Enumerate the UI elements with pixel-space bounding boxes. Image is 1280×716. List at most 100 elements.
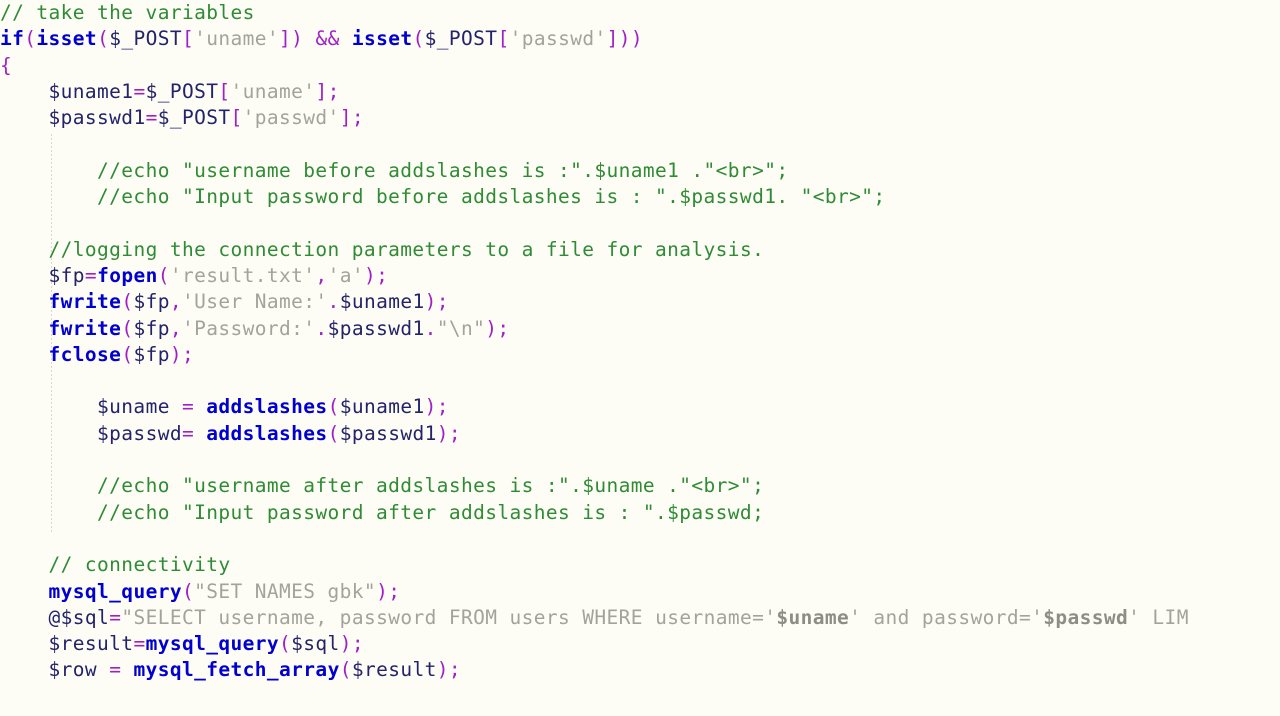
code-token-var: $passwd1: [339, 421, 437, 445]
code-line[interactable]: //logging the connection parameters to a…: [0, 237, 1280, 263]
code-token-punct: ];: [315, 79, 340, 103]
code-line[interactable]: fclose($fp);: [0, 342, 1280, 368]
code-token-op: =: [109, 605, 122, 629]
code-token-var: $fp: [48, 263, 85, 287]
code-token-var: $_POST: [145, 79, 219, 103]
code-token-string: 'result.txt': [169, 263, 316, 287]
code-token-punct: );: [436, 658, 462, 682]
code-token-comment: //logging the connection parameters to a…: [48, 237, 765, 261]
code-token-punct: (: [279, 632, 292, 656]
code-token-punct: (: [327, 395, 340, 419]
code-line[interactable]: mysql_query("SET NAMES gbk");: [0, 579, 1280, 605]
code-token-punct: );: [485, 316, 510, 340]
code-token-at: @: [48, 605, 61, 629]
code-line[interactable]: $row = mysql_fetch_array($result);: [0, 657, 1280, 683]
code-token-punct: [: [181, 27, 195, 51]
code-token-keyword: if: [0, 27, 25, 51]
code-line-list: // take the variables if(isset($_POST['un…: [0, 0, 1280, 684]
code-token-var: $uname1: [339, 290, 425, 314]
code-token-string: ' LIM: [1128, 605, 1189, 629]
code-token-func: mysql_query: [48, 579, 182, 603]
code-line[interactable]: fwrite($fp,'User Name:'.$uname1);: [0, 289, 1280, 315]
code-line[interactable]: $uname = addslashes($uname1);: [0, 394, 1280, 420]
code-token-punct: (: [121, 290, 134, 314]
code-token-string: 'uname': [230, 79, 316, 103]
code-token-func: fwrite: [48, 316, 122, 340]
code-line[interactable]: $fp=fopen('result.txt','a');: [0, 263, 1280, 289]
code-token-var: $sql: [291, 632, 340, 656]
code-token-comment: // connectivity: [48, 553, 231, 577]
code-token-op: =: [109, 658, 122, 682]
code-token-punct: .: [327, 290, 340, 314]
code-line[interactable]: $passwd1=$_POST['passwd'];: [0, 105, 1280, 131]
code-line[interactable]: // take the variables: [0, 0, 1280, 26]
code-line[interactable]: @$sql="SELECT username, password FROM us…: [0, 605, 1280, 631]
code-token-punct: ,: [169, 290, 182, 314]
code-line[interactable]: [0, 210, 1280, 236]
code-token-string: 'passwd': [242, 106, 340, 130]
code-token-punct: );: [339, 632, 364, 656]
code-line[interactable]: $result=mysql_query($sql);: [0, 631, 1280, 657]
code-token-string: 'passwd': [509, 27, 607, 51]
code-token-punct: (: [24, 27, 37, 51]
code-line[interactable]: if(isset($_POST['uname']) && isset($_POS…: [0, 26, 1280, 52]
code-line[interactable]: //echo "Input password after addslashes …: [0, 500, 1280, 526]
code-token-var: $sql: [60, 605, 110, 629]
code-line[interactable]: [0, 447, 1280, 473]
code-token-var: $fp: [133, 342, 170, 366]
code-token-string: "SELECT username, password FROM users WH…: [121, 605, 777, 629]
code-token-op: =: [133, 79, 146, 103]
code-token-var: $result: [351, 658, 437, 682]
code-token-var: $_POST: [424, 27, 498, 51]
code-token-punct: (: [181, 579, 195, 603]
code-token-comment: //echo "username after addslashes is :".…: [97, 474, 765, 498]
code-token-func: mysql_query: [145, 632, 280, 656]
code-token-op: =: [145, 106, 158, 130]
code-token-func: fopen: [97, 263, 158, 287]
code-token-var: $_POST: [157, 106, 231, 130]
code-token-comment: // take the variables: [0, 1, 255, 24]
code-token-punct: ,: [315, 263, 328, 287]
code-line[interactable]: // connectivity: [0, 552, 1280, 578]
code-token-punct: ])): [606, 27, 644, 51]
code-line[interactable]: //echo "username after addslashes is :".…: [0, 473, 1280, 499]
code-line[interactable]: //echo "username before addslashes is :"…: [0, 158, 1280, 184]
code-line[interactable]: fwrite($fp,'Password:'.$passwd1."\n");: [0, 316, 1280, 342]
code-token-func: fclose: [48, 342, 122, 366]
code-token-string: "SET NAMES gbk": [194, 579, 377, 603]
code-token-punct: [: [218, 79, 231, 103]
code-token-punct: (: [412, 27, 425, 51]
code-line[interactable]: $passwd= addslashes($passwd1);: [0, 421, 1280, 447]
code-line[interactable]: $uname1=$_POST['uname'];: [0, 79, 1280, 105]
code-token-string: 'uname': [194, 27, 280, 51]
code-token-var: $uname1: [339, 395, 425, 419]
code-line[interactable]: [0, 526, 1280, 552]
code-line[interactable]: [0, 368, 1280, 394]
code-token-punct: ]): [279, 27, 304, 51]
code-token-punct: [: [497, 27, 510, 51]
code-viewer[interactable]: // take the variables if(isset($_POST['un…: [0, 0, 1280, 716]
code-token-func: isset: [351, 27, 413, 51]
code-token-op: =: [181, 395, 195, 419]
code-token-var: $row: [48, 658, 98, 682]
code-token-var: $uname: [97, 395, 170, 419]
code-line[interactable]: {: [0, 53, 1280, 79]
code-line[interactable]: //echo "Input password before addslashes…: [0, 184, 1280, 210]
code-line[interactable]: [0, 131, 1280, 157]
code-token-var: $result: [48, 632, 134, 656]
code-token-interp: $uname: [776, 605, 850, 629]
